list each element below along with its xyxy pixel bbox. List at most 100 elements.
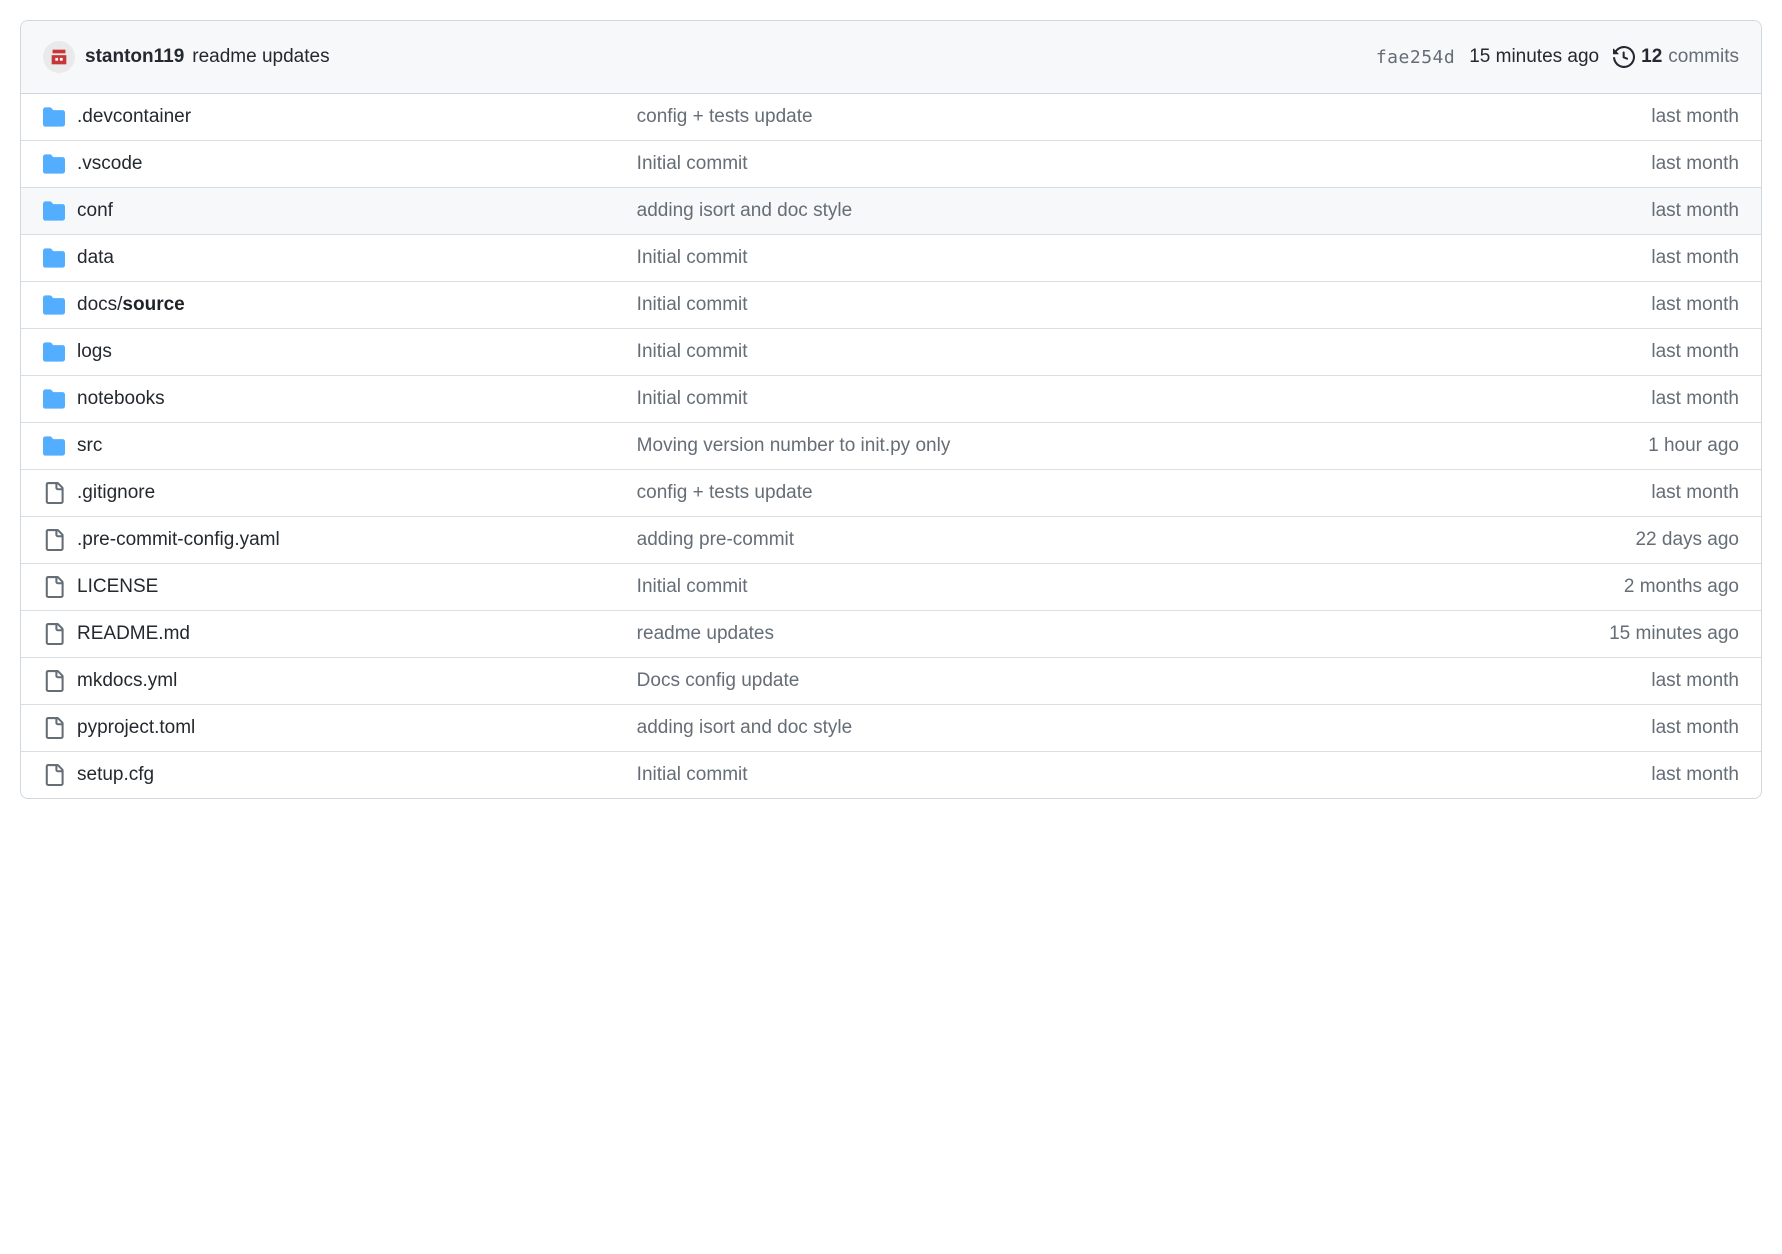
file-commit-message-link[interactable]: Moving version number to init.py only	[637, 435, 1634, 457]
file-commit-message-link[interactable]: Initial commit	[637, 764, 1638, 786]
file-name: LICENSE	[77, 576, 158, 597]
folder-icon	[43, 294, 77, 316]
file-name-link[interactable]: notebooks	[77, 388, 637, 410]
commit-sha-link[interactable]: fae254d	[1376, 47, 1455, 68]
file-commit-message-link[interactable]: Initial commit	[637, 153, 1638, 175]
file-name-link[interactable]: .pre-commit-config.yaml	[77, 529, 637, 551]
file-commit-time: last month	[1637, 670, 1739, 692]
file-commit-time: last month	[1637, 717, 1739, 739]
file-commit-time: 15 minutes ago	[1595, 623, 1739, 645]
file-commit-message-link[interactable]: Initial commit	[637, 576, 1610, 598]
commits-history-link[interactable]: 12 commits	[1613, 46, 1739, 68]
file-name-link[interactable]: pyproject.toml	[77, 717, 637, 739]
file-commit-time: last month	[1637, 341, 1739, 363]
file-commit-message-link[interactable]: Initial commit	[637, 294, 1638, 316]
file-commit-time: last month	[1637, 482, 1739, 504]
commits-count: 12	[1641, 46, 1662, 68]
file-name-link[interactable]: mkdocs.yml	[77, 670, 637, 692]
file-name: README.md	[77, 623, 190, 644]
file-name-link[interactable]: setup.cfg	[77, 764, 637, 786]
commits-label: commits	[1668, 46, 1739, 68]
file-commit-time: last month	[1637, 294, 1739, 316]
commit-author-link[interactable]: stanton119	[85, 46, 184, 68]
file-row: .pre-commit-config.yaml adding pre-commit…	[21, 516, 1761, 563]
file-icon	[43, 529, 77, 551]
history-icon	[1613, 46, 1635, 68]
file-name-link[interactable]: src	[77, 435, 637, 457]
file-name-link[interactable]: .gitignore	[77, 482, 637, 504]
file-commit-time: 22 days ago	[1621, 529, 1739, 551]
file-commit-time: last month	[1637, 200, 1739, 222]
avatar[interactable]	[43, 41, 75, 73]
folder-icon	[43, 388, 77, 410]
file-icon	[43, 482, 77, 504]
file-commit-message-link[interactable]: config + tests update	[637, 106, 1638, 128]
folder-icon	[43, 106, 77, 128]
file-commit-message-link[interactable]: Docs config update	[637, 670, 1638, 692]
file-name: notebooks	[77, 388, 165, 409]
file-row: logs Initial commitlast month	[21, 328, 1761, 375]
file-name: conf	[77, 200, 113, 221]
file-row: src Moving version number to init.py only…	[21, 422, 1761, 469]
file-path-prefix: docs/	[77, 294, 122, 315]
avatar-icon	[48, 46, 70, 68]
file-name-link[interactable]: .vscode	[77, 153, 637, 175]
file-commit-message-link[interactable]: adding isort and doc style	[637, 717, 1638, 739]
file-row: .devcontainer config + tests updatelast m…	[21, 94, 1761, 140]
file-commit-message-link[interactable]: adding isort and doc style	[637, 200, 1638, 222]
file-name-link[interactable]: .devcontainer	[77, 106, 637, 128]
file-icon	[43, 623, 77, 645]
file-commit-time: last month	[1637, 106, 1739, 128]
file-name: .vscode	[77, 153, 142, 174]
file-name-link[interactable]: conf	[77, 200, 637, 222]
file-name: setup.cfg	[77, 764, 154, 785]
file-row: LICENSEInitial commit2 months ago	[21, 563, 1761, 610]
latest-commit-meta: fae254d 15 minutes ago 12 commits	[1376, 46, 1739, 68]
file-name: .pre-commit-config.yaml	[77, 529, 280, 550]
file-commit-message-link[interactable]: Initial commit	[637, 341, 1638, 363]
file-row: .vscode Initial commitlast month	[21, 140, 1761, 187]
file-icon	[43, 717, 77, 739]
file-browser: stanton119 readme updates fae254d 15 min…	[20, 20, 1762, 799]
file-name: mkdocs.yml	[77, 670, 177, 691]
file-row: README.md readme updates15 minutes ago	[21, 610, 1761, 657]
file-commit-time: last month	[1637, 388, 1739, 410]
file-row: notebooks Initial commitlast month	[21, 375, 1761, 422]
file-name-link[interactable]: README.md	[77, 623, 637, 645]
file-row: pyproject.toml adding isort and doc style…	[21, 704, 1761, 751]
folder-icon	[43, 435, 77, 457]
file-name: logs	[77, 341, 112, 362]
file-commit-time: last month	[1637, 153, 1739, 175]
file-name-link[interactable]: LICENSE	[77, 576, 637, 598]
file-row: dataInitial commitlast month	[21, 234, 1761, 281]
file-name-link[interactable]: docs/source	[77, 294, 637, 316]
file-name: .devcontainer	[77, 106, 191, 127]
file-name: source	[122, 294, 184, 315]
file-icon	[43, 576, 77, 598]
file-row: docs/sourceInitial commitlast month	[21, 281, 1761, 328]
file-row: setup.cfg Initial commitlast month	[21, 751, 1761, 798]
folder-icon	[43, 247, 77, 269]
file-commit-time: last month	[1637, 764, 1739, 786]
file-name-link[interactable]: data	[77, 247, 637, 269]
latest-commit-summary: stanton119 readme updates	[85, 46, 330, 68]
file-name: src	[77, 435, 102, 456]
file-name: .gitignore	[77, 482, 155, 503]
file-name: data	[77, 247, 114, 268]
file-row: conf adding isort and doc stylelast month	[21, 187, 1761, 234]
file-commit-message-link[interactable]: adding pre-commit	[637, 529, 1622, 551]
latest-commit-header: stanton119 readme updates fae254d 15 min…	[21, 21, 1761, 94]
file-row: mkdocs.yml Docs config updatelast month	[21, 657, 1761, 704]
file-icon	[43, 764, 77, 786]
file-commit-time: 1 hour ago	[1634, 435, 1739, 457]
commit-message-link[interactable]: readme updates	[192, 46, 329, 68]
file-row: .gitignore config + tests updatelast mont…	[21, 469, 1761, 516]
file-commit-message-link[interactable]: readme updates	[637, 623, 1595, 645]
file-name: pyproject.toml	[77, 717, 195, 738]
file-icon	[43, 670, 77, 692]
file-commit-message-link[interactable]: config + tests update	[637, 482, 1638, 504]
file-commit-message-link[interactable]: Initial commit	[637, 247, 1638, 269]
file-commit-message-link[interactable]: Initial commit	[637, 388, 1638, 410]
file-name-link[interactable]: logs	[77, 341, 637, 363]
folder-icon	[43, 200, 77, 222]
